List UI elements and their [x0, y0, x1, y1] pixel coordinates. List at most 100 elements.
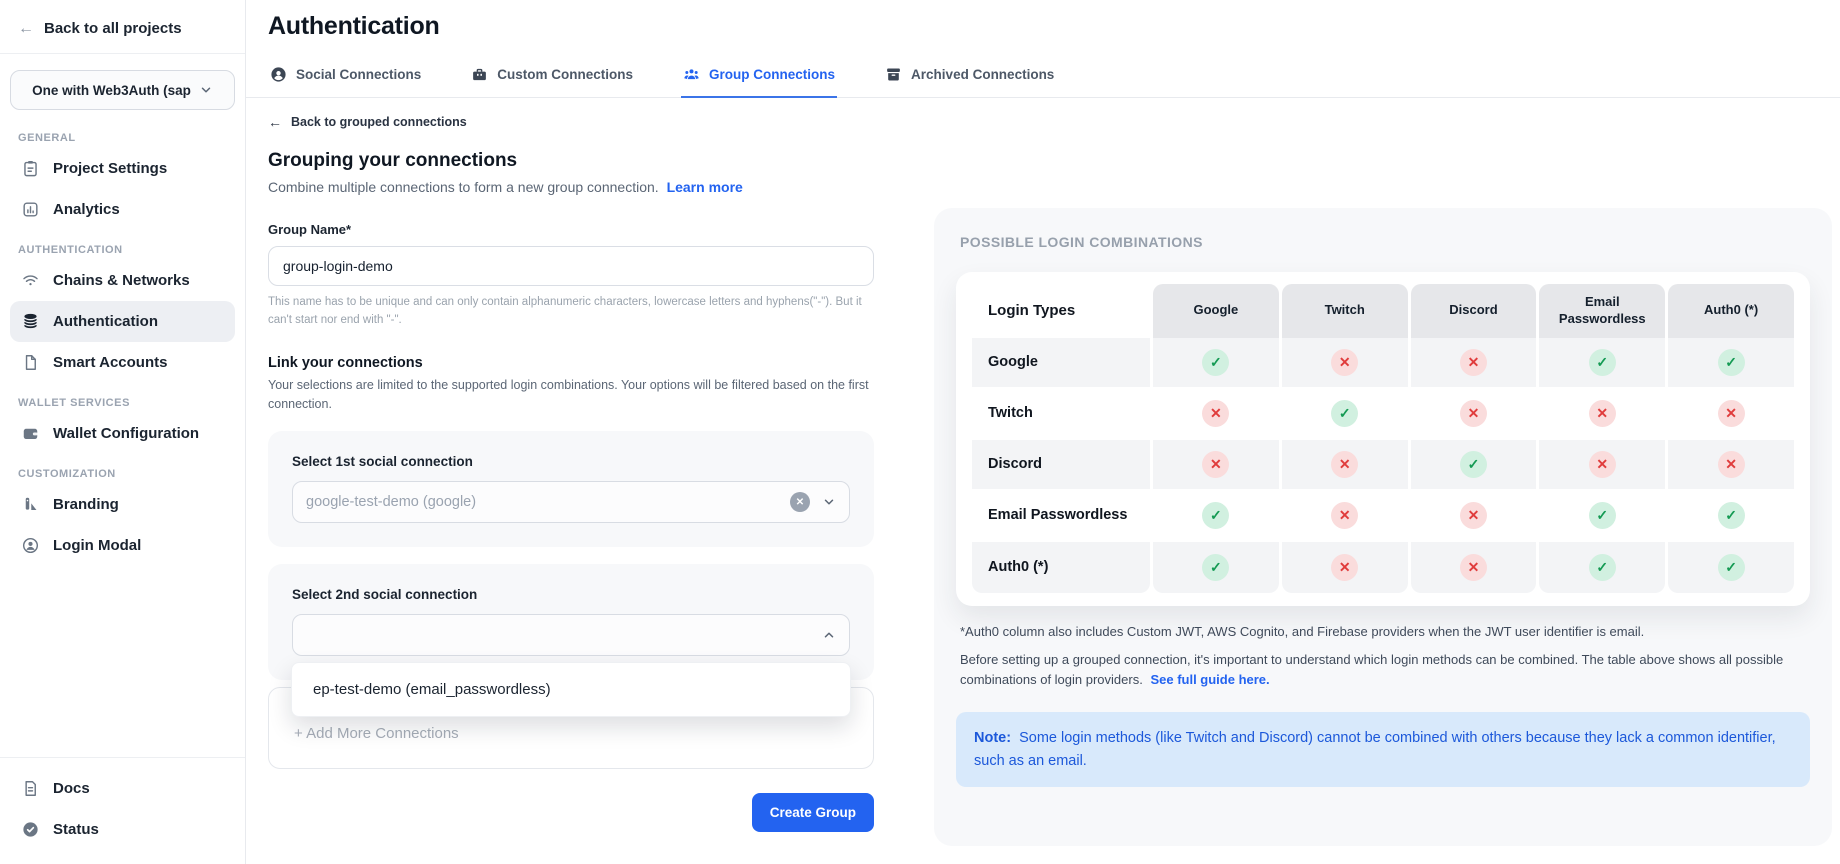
back-arrow-icon: ←: [18, 21, 34, 37]
auth0-footnote: *Auth0 column also includes Custom JWT, …: [956, 624, 1810, 639]
combination-cell: ✓: [1153, 338, 1279, 389]
combination-cell: ✕: [1411, 542, 1537, 593]
section-label-general: GENERAL: [18, 132, 227, 144]
social-icon: [270, 66, 287, 83]
cross-icon: ✕: [1202, 451, 1229, 478]
back-to-projects-link[interactable]: ← Back to all projects: [0, 0, 245, 54]
main-body: ← Back to grouped connections Grouping y…: [246, 98, 1840, 864]
tab-bar: Social Connections Custom Connections Grou…: [246, 57, 1840, 98]
select-1st-connection[interactable]: google-test-demo (google) ✕: [292, 481, 850, 523]
first-connection-card: Select 1st social connection google-test…: [268, 431, 874, 547]
select-1st-value: google-test-demo (google): [306, 494, 778, 510]
combination-cell: ✕: [1282, 491, 1408, 542]
check-icon: ✓: [1589, 349, 1616, 376]
group-icon: [683, 66, 700, 83]
sidebar-item-wallet-configuration[interactable]: Wallet Configuration: [10, 413, 235, 454]
main-content: Authentication Social ConnectionsCustom …: [246, 0, 1840, 864]
table-row-email-passwordless: Email Passwordless✓✕✕✓✓: [972, 491, 1794, 542]
group-name-input[interactable]: [268, 246, 874, 286]
sidebar-item-project-settings[interactable]: Project Settings: [10, 148, 235, 189]
chevron-up-icon[interactable]: [822, 628, 836, 642]
combination-cell: ✕: [1668, 389, 1794, 440]
tab-custom-connections[interactable]: Custom Connections: [469, 57, 635, 98]
column-header-email-passwordless: Email Passwordless: [1539, 284, 1665, 338]
sidebar-item-status[interactable]: Status: [10, 809, 235, 850]
cross-icon: ✕: [1331, 451, 1358, 478]
sidebar-item-docs[interactable]: Docs: [10, 768, 235, 809]
file-icon: [21, 353, 40, 372]
clear-selection-icon[interactable]: ✕: [790, 492, 810, 512]
sidebar-item-chains-networks[interactable]: Chains & Networks: [10, 260, 235, 301]
combination-cell: ✓: [1539, 542, 1665, 593]
tab-label: Archived Connections: [911, 67, 1054, 82]
combination-cell: ✕: [1153, 440, 1279, 491]
analytics-icon: [21, 200, 40, 219]
combination-cell: ✓: [1668, 491, 1794, 542]
archive-icon: [885, 66, 902, 83]
tab-social-connections[interactable]: Social Connections: [268, 57, 423, 98]
learn-more-link[interactable]: Learn more: [667, 179, 743, 195]
chevron-down-icon[interactable]: [822, 495, 836, 509]
sidebar-item-smart-accounts[interactable]: Smart Accounts: [10, 342, 235, 383]
check-icon: ✓: [1718, 349, 1745, 376]
check-circle-icon: [21, 820, 40, 839]
back-to-projects-label: Back to all projects: [44, 20, 182, 37]
combination-cell: ✕: [1411, 389, 1537, 440]
check-icon: ✓: [1202, 349, 1229, 376]
column-header-google: Google: [1153, 284, 1279, 338]
sidebar-item-login-modal[interactable]: Login Modal: [10, 525, 235, 566]
sidebar-item-label: Wallet Configuration: [53, 425, 199, 442]
grouping-subtitle-text: Combine multiple connections to form a n…: [268, 179, 659, 195]
select-2nd-connection[interactable]: [292, 614, 850, 656]
cross-icon: ✕: [1718, 400, 1745, 427]
clipboard-icon: [21, 159, 40, 178]
tab-archived-connections[interactable]: Archived Connections: [883, 57, 1056, 98]
check-icon: ✓: [1589, 502, 1616, 529]
combination-cell: ✓: [1153, 542, 1279, 593]
section-label-wallet-services: WALLET SERVICES: [18, 397, 227, 409]
table-row-discord: Discord✕✕✓✕✕: [972, 440, 1794, 491]
column-header-auth0: Auth0 (*): [1668, 284, 1794, 338]
sidebar-item-label: Login Modal: [53, 537, 141, 554]
check-icon: ✓: [1331, 400, 1358, 427]
combinations-header-row: Login TypesGoogleTwitchDiscordEmail Pass…: [972, 284, 1794, 338]
note-label: Note:: [974, 730, 1011, 746]
sidebar-item-label: Project Settings: [53, 160, 167, 177]
full-guide-link[interactable]: See full guide here.: [1150, 672, 1269, 687]
combination-cell: ✕: [1668, 440, 1794, 491]
table-row-google: Google✓✕✕✓✓: [972, 338, 1794, 389]
sidebar-item-branding[interactable]: Branding: [10, 484, 235, 525]
cross-icon: ✕: [1460, 349, 1487, 376]
combinations-table: Login TypesGoogleTwitchDiscordEmail Pass…: [969, 284, 1797, 593]
combination-cell: ✕: [1539, 440, 1665, 491]
back-to-grouped-connections-link[interactable]: ← Back to grouped connections: [268, 114, 874, 130]
sidebar-item-authentication[interactable]: Authentication: [10, 301, 235, 342]
wifi-icon: [21, 271, 40, 290]
sidebar-item-analytics[interactable]: Analytics: [10, 189, 235, 230]
create-group-button[interactable]: Create Group: [752, 793, 874, 832]
combination-cell: ✕: [1539, 389, 1665, 440]
form-column: ← Back to grouped connections Grouping y…: [246, 98, 874, 864]
connection-dropdown: ep-test-demo (email_passwordless): [291, 662, 851, 717]
sidebar-item-label: Authentication: [53, 313, 158, 330]
person-circle-icon: [21, 536, 40, 555]
tab-group-connections[interactable]: Group Connections: [681, 57, 837, 98]
sidebar-nav: GENERALProject SettingsAnalyticsAUTHENTI…: [0, 114, 245, 757]
combination-cell: ✕: [1153, 389, 1279, 440]
cross-icon: ✕: [1460, 400, 1487, 427]
row-label-email-passwordless: Email Passwordless: [972, 491, 1150, 542]
dropdown-option-ep-test-demo[interactable]: ep-test-demo (email_passwordless): [313, 681, 829, 698]
cross-icon: ✕: [1589, 451, 1616, 478]
back-link-label: Back to grouped connections: [291, 115, 467, 129]
cross-icon: ✕: [1331, 554, 1358, 581]
stack-icon: [21, 312, 40, 331]
combination-cell: ✓: [1668, 338, 1794, 389]
combinations-table-body: Google✓✕✕✓✓Twitch✕✓✕✕✕Discord✕✕✓✕✕Email …: [972, 338, 1794, 593]
project-selector-value: One with Web3Auth (sap: [32, 83, 191, 98]
project-selector[interactable]: One with Web3Auth (sap: [10, 70, 235, 110]
link-connections-heading: Link your connections: [268, 355, 874, 371]
select-1st-label: Select 1st social connection: [292, 454, 850, 469]
app-window: ← Back to all projects One with Web3Auth…: [0, 0, 1840, 864]
link-connections-description: Your selections are limited to the suppo…: [268, 376, 874, 415]
column-header-twitch: Twitch: [1282, 284, 1408, 338]
